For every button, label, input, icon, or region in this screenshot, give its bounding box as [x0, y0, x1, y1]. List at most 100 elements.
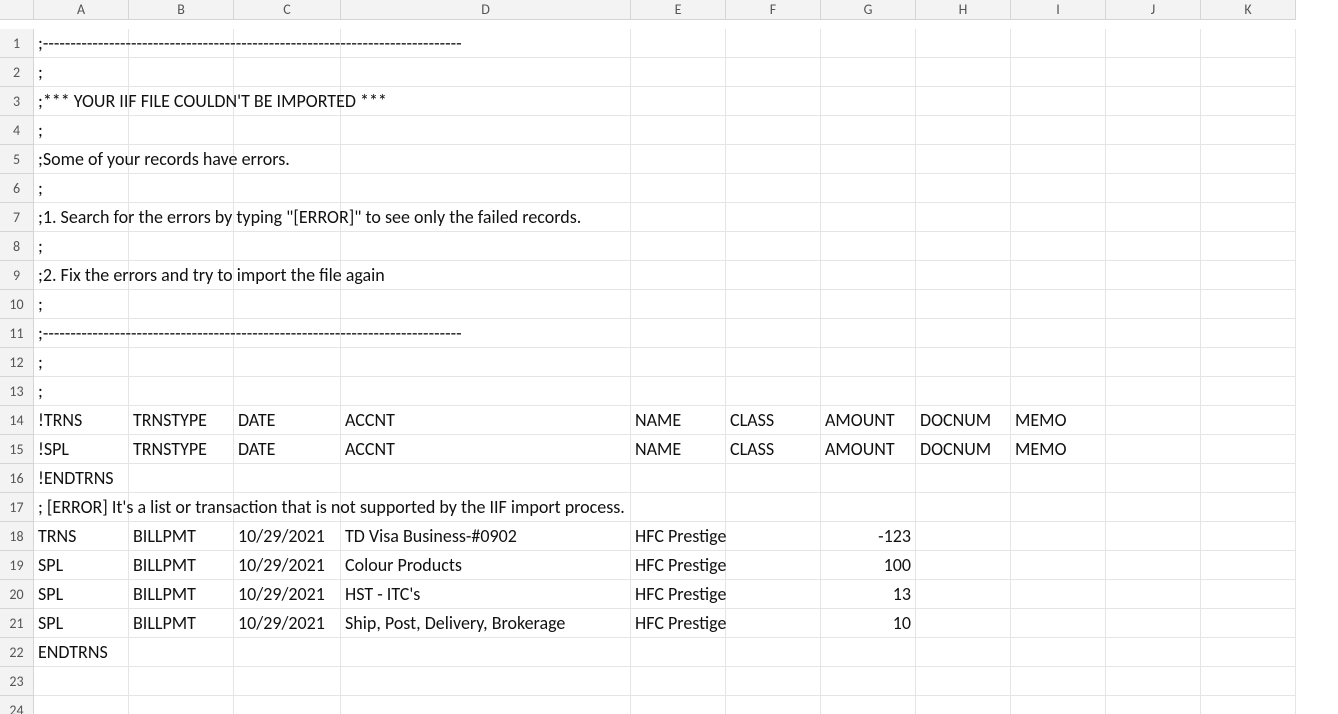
- cell-E1[interactable]: [631, 29, 726, 58]
- cell-E21[interactable]: HFC Prestige: [631, 609, 726, 638]
- cell-A9[interactable]: ;2. Fix the errors and try to import the…: [34, 261, 129, 290]
- cell-J16[interactable]: [1106, 464, 1201, 493]
- cell-C14[interactable]: DATE: [234, 406, 341, 435]
- cell-D16[interactable]: [341, 464, 631, 493]
- cell-I23[interactable]: [1011, 667, 1106, 696]
- cell-I1[interactable]: [1011, 29, 1106, 58]
- cell-I17[interactable]: [1011, 493, 1106, 522]
- cell-E4[interactable]: [631, 116, 726, 145]
- cell-F5[interactable]: [726, 145, 821, 174]
- cell-K18[interactable]: [1201, 522, 1296, 551]
- cell-I2[interactable]: [1011, 58, 1106, 87]
- cell-A4[interactable]: ;: [34, 116, 129, 145]
- cell-G13[interactable]: [821, 377, 916, 406]
- cell-E17[interactable]: [631, 493, 726, 522]
- cell-F12[interactable]: [726, 348, 821, 377]
- column-header-K[interactable]: K: [1201, 0, 1296, 20]
- column-header-I[interactable]: I: [1011, 0, 1106, 20]
- row-header-12[interactable]: 12: [0, 348, 34, 377]
- cell-F8[interactable]: [726, 232, 821, 261]
- cell-J17[interactable]: [1106, 493, 1201, 522]
- cell-B7[interactable]: [129, 203, 234, 232]
- cell-F7[interactable]: [726, 203, 821, 232]
- cell-D15[interactable]: ACCNT: [341, 435, 631, 464]
- cell-G3[interactable]: [821, 87, 916, 116]
- cell-E6[interactable]: [631, 174, 726, 203]
- cell-D23[interactable]: [341, 667, 631, 696]
- cell-F6[interactable]: [726, 174, 821, 203]
- cell-K2[interactable]: [1201, 58, 1296, 87]
- cell-K20[interactable]: [1201, 580, 1296, 609]
- cell-H17[interactable]: [916, 493, 1011, 522]
- cell-E3[interactable]: [631, 87, 726, 116]
- cell-A13[interactable]: ;: [34, 377, 129, 406]
- cell-B16[interactable]: [129, 464, 234, 493]
- cell-G1[interactable]: [821, 29, 916, 58]
- cell-C22[interactable]: [234, 638, 341, 667]
- cell-J6[interactable]: [1106, 174, 1201, 203]
- cell-B6[interactable]: [129, 174, 234, 203]
- cell-H14[interactable]: DOCNUM: [916, 406, 1011, 435]
- cell-D18[interactable]: TD Visa Business-#0902: [341, 522, 631, 551]
- cell-J2[interactable]: [1106, 58, 1201, 87]
- cell-A22[interactable]: ENDTRNS: [34, 638, 129, 667]
- cell-I19[interactable]: [1011, 551, 1106, 580]
- row-header-15[interactable]: 15: [0, 435, 34, 464]
- cell-D9[interactable]: [341, 261, 631, 290]
- cell-A7[interactable]: ;1. Search for the errors by typing "[ER…: [34, 203, 129, 232]
- row-header-23[interactable]: 23: [0, 667, 34, 696]
- cell-H19[interactable]: [916, 551, 1011, 580]
- cell-G23[interactable]: [821, 667, 916, 696]
- cell-K19[interactable]: [1201, 551, 1296, 580]
- cell-E10[interactable]: [631, 290, 726, 319]
- row-header-10[interactable]: 10: [0, 290, 34, 319]
- cell-G18[interactable]: -123: [821, 522, 916, 551]
- cell-K23[interactable]: [1201, 667, 1296, 696]
- cell-E18[interactable]: HFC Prestige: [631, 522, 726, 551]
- cell-I13[interactable]: [1011, 377, 1106, 406]
- cell-E12[interactable]: [631, 348, 726, 377]
- row-header-13[interactable]: 13: [0, 377, 34, 406]
- cell-J1[interactable]: [1106, 29, 1201, 58]
- cell-F16[interactable]: [726, 464, 821, 493]
- cell-B14[interactable]: TRNSTYPE: [129, 406, 234, 435]
- cell-J7[interactable]: [1106, 203, 1201, 232]
- cell-G22[interactable]: [821, 638, 916, 667]
- cell-K8[interactable]: [1201, 232, 1296, 261]
- cell-J14[interactable]: [1106, 406, 1201, 435]
- cell-G2[interactable]: [821, 58, 916, 87]
- column-header-B[interactable]: B: [129, 0, 234, 20]
- cell-H10[interactable]: [916, 290, 1011, 319]
- column-header-G[interactable]: G: [821, 0, 916, 20]
- cell-A3[interactable]: ;*** YOUR IIF FILE COULDN'T BE IMPORTED …: [34, 87, 129, 116]
- cell-I14[interactable]: MEMO: [1011, 406, 1106, 435]
- cell-A21[interactable]: SPL: [34, 609, 129, 638]
- cell-B1[interactable]: [129, 29, 234, 58]
- row-header-7[interactable]: 7: [0, 203, 34, 232]
- cell-C4[interactable]: [234, 116, 341, 145]
- cell-J8[interactable]: [1106, 232, 1201, 261]
- cell-C21[interactable]: 10/29/2021: [234, 609, 341, 638]
- cell-J5[interactable]: [1106, 145, 1201, 174]
- cell-C6[interactable]: [234, 174, 341, 203]
- cell-C5[interactable]: [234, 145, 341, 174]
- cell-K15[interactable]: [1201, 435, 1296, 464]
- cell-E15[interactable]: NAME: [631, 435, 726, 464]
- row-header-8[interactable]: 8: [0, 232, 34, 261]
- column-header-H[interactable]: H: [916, 0, 1011, 20]
- cell-C7[interactable]: [234, 203, 341, 232]
- cell-D17[interactable]: [341, 493, 631, 522]
- cell-D14[interactable]: ACCNT: [341, 406, 631, 435]
- cell-J15[interactable]: [1106, 435, 1201, 464]
- cell-K16[interactable]: [1201, 464, 1296, 493]
- cell-E20[interactable]: HFC Prestige: [631, 580, 726, 609]
- cell-F19[interactable]: [726, 551, 821, 580]
- cell-G19[interactable]: 100: [821, 551, 916, 580]
- cell-K14[interactable]: [1201, 406, 1296, 435]
- cell-A17[interactable]: ; [ERROR] It's a list or transaction tha…: [34, 493, 129, 522]
- cell-C16[interactable]: [234, 464, 341, 493]
- cell-C2[interactable]: [234, 58, 341, 87]
- cell-C12[interactable]: [234, 348, 341, 377]
- column-header-J[interactable]: J: [1106, 0, 1201, 20]
- column-header-F[interactable]: F: [726, 0, 821, 20]
